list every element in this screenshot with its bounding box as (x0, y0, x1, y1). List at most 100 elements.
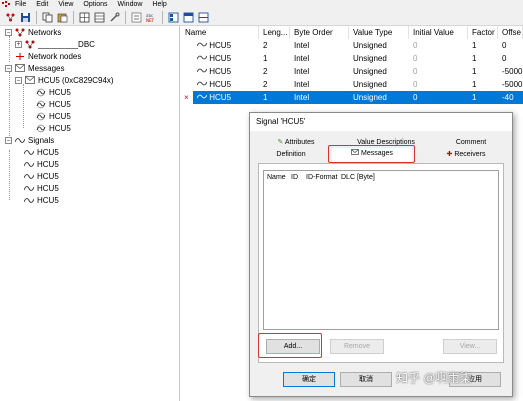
signal-icon (24, 160, 34, 169)
table-row[interactable]: HCU5 2 Intel Unsigned 0 1 -5000 (181, 65, 523, 78)
signal-icon (196, 54, 208, 63)
cancel-button[interactable]: 取消 (340, 372, 392, 387)
list-view-icon[interactable] (167, 11, 180, 24)
cell-length: 2 (263, 80, 268, 89)
tree-signal[interactable]: HCU5 (24, 194, 59, 206)
window-icon[interactable] (197, 11, 210, 24)
collapse-toggle[interactable]: − (5, 28, 12, 36)
tree-signal[interactable]: HCU5 (24, 170, 59, 182)
tree-signal[interactable]: HCU5 (24, 146, 59, 158)
cell-factor: 1 (472, 80, 477, 89)
remove-button[interactable]: Remove (330, 339, 384, 354)
col-offset-header[interactable]: Offse (498, 26, 523, 39)
tab-definition[interactable]: Definition (256, 149, 326, 160)
tab-receivers[interactable]: ✚ Receivers (426, 149, 506, 160)
watermark: 知乎 @啊雨柒 (396, 371, 472, 385)
collapse-toggle[interactable]: − (15, 76, 22, 84)
signal-icon[interactable]: abc NET (145, 11, 158, 24)
tree-message-label: HCU5 (0xC829C94x) (38, 75, 114, 85)
menu-file[interactable]: File (15, 1, 26, 8)
col-factor-header[interactable]: Factor (468, 26, 498, 39)
tree-line (23, 84, 24, 128)
list-header-dlc[interactable]: DLC [Byte] (341, 172, 375, 183)
tree-message-signal-label: HCU5 (49, 123, 71, 133)
copy-icon[interactable] (41, 11, 54, 24)
menu-view[interactable]: View (58, 1, 73, 8)
grid-header: Name Leng... Byte Order Value Type Initi… (181, 26, 523, 39)
table-row[interactable]: HCU5 1 Intel Unsigned 0 1 0 (181, 52, 523, 65)
database-tree: − Networks + _________DBC Network nodes … (0, 26, 180, 401)
linked-signal-icon (36, 88, 46, 97)
svg-text:NET: NET (146, 18, 155, 23)
col-name-header[interactable]: Name (181, 26, 259, 39)
new-db-icon[interactable] (4, 11, 17, 24)
list-header-name[interactable]: Name (267, 172, 286, 183)
tree-signals[interactable]: − Signals (5, 134, 54, 146)
col-length-header[interactable]: Leng... (259, 26, 290, 39)
table-icon[interactable] (93, 11, 106, 24)
tree-line (9, 150, 10, 200)
menu-edit[interactable]: Edit (36, 1, 48, 8)
tree-networks[interactable]: − Networks (5, 26, 61, 38)
menu-window[interactable]: Window (118, 1, 143, 8)
tree-signal[interactable]: HCU5 (24, 158, 59, 170)
messages-list[interactable]: Name ID ID-Format DLC [Byte] (263, 170, 499, 330)
expand-toggle[interactable]: + (15, 40, 22, 48)
list-icon[interactable] (130, 11, 143, 24)
view-button[interactable]: View... (443, 339, 497, 354)
col-byte-order-header[interactable]: Byte Order (290, 26, 349, 39)
tree-db[interactable]: + _________DBC (15, 38, 95, 50)
table-row[interactable]: HCU5 2 Intel Unsigned 0 1 0 (181, 39, 523, 52)
toolbar: abc NET (0, 9, 523, 26)
cell-name-text: HCU5 (209, 67, 232, 76)
cell-initial-value: 0 (413, 93, 418, 102)
db-icon[interactable] (182, 11, 195, 24)
node-icon: ✚ (446, 151, 453, 158)
table-row[interactable]: HCU5 2 Intel Unsigned 0 1 -5000 (181, 78, 523, 91)
cell-byte-order: Intel (294, 93, 310, 102)
tree-message-signal[interactable]: HCU5 (36, 86, 71, 98)
menu-help[interactable]: Help (152, 1, 166, 8)
tab-comment[interactable]: Comment (436, 137, 506, 148)
tree-networks-label: Networks (28, 27, 62, 37)
paste-icon[interactable] (56, 11, 69, 24)
list-header-id[interactable]: ID (291, 172, 298, 183)
tree-message-signal[interactable]: HCU5 (36, 98, 71, 110)
signal-icon (196, 93, 208, 102)
cell-factor: 1 (472, 41, 477, 50)
network-icon (15, 28, 25, 37)
cell-factor: 1 (472, 67, 477, 76)
collapse-toggle[interactable]: − (5, 64, 12, 72)
cell-name-text: HCU5 (209, 54, 232, 63)
grid-icon[interactable] (78, 11, 91, 24)
save-icon[interactable] (19, 11, 32, 24)
col-value-type-header[interactable]: Value Type (349, 26, 409, 39)
signal-icon (24, 148, 34, 157)
cell-value-type: Unsigned (353, 80, 387, 89)
tree-signal[interactable]: HCU5 (24, 182, 59, 194)
tree-message-hcu5[interactable]: − HCU5 (0xC829C94x) (15, 74, 114, 86)
ok-button[interactable]: 确定 (283, 372, 335, 387)
tab-attributes[interactable]: ✎ Attributes (256, 137, 336, 148)
tree-messages[interactable]: − Messages (5, 62, 64, 74)
tab-receivers-label: Receivers (454, 151, 486, 158)
dialog-title: Signal 'HCU5' (250, 113, 512, 131)
table-row-selected[interactable]: × HCU5 1 Intel Unsigned 0 1 -40 (181, 91, 523, 104)
tree-signal-label: HCU5 (37, 171, 59, 181)
tab-attributes-label: Attributes (284, 139, 315, 146)
tree-message-signal[interactable]: HCU5 (36, 122, 71, 134)
cell-initial-value: 0 (413, 54, 418, 63)
cell-name: HCU5 (193, 52, 259, 65)
tree-network-nodes[interactable]: Network nodes (15, 50, 81, 62)
tree-message-signal-label: HCU5 (49, 87, 71, 97)
cell-offset: -5000 (502, 80, 523, 89)
cell-name-text: HCU5 (209, 93, 232, 102)
menu-options[interactable]: Options (83, 1, 107, 8)
cell-initial-value: 0 (413, 67, 418, 76)
linked-signal-icon (36, 124, 46, 133)
list-header-id-format[interactable]: ID-Format (306, 172, 338, 183)
tree-message-signal[interactable]: HCU5 (36, 110, 71, 122)
collapse-toggle[interactable]: − (5, 136, 12, 144)
col-initial-value-header[interactable]: Initial Value (409, 26, 468, 39)
wrench-icon[interactable] (108, 11, 121, 24)
